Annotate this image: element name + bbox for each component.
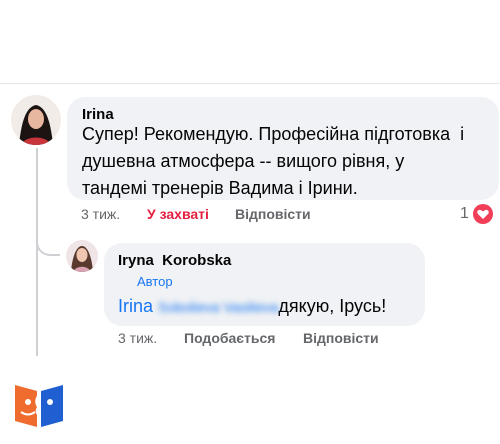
logo-book-icon — [13, 381, 65, 429]
reply-actions: 3 тиж. Подобається Відповісти — [0, 330, 500, 352]
reply-text: Irina Sobolieva Vasilievaдякую, Ірусь! — [118, 293, 418, 321]
top-divider — [0, 83, 500, 84]
reply-button[interactable]: Відповісти — [235, 206, 311, 222]
comment-actions: 3 тиж. У захваті Відповісти 1 — [0, 204, 500, 228]
comment-text-line: Супер! Рекомендую. Професійна підготовка… — [82, 124, 465, 144]
thread-line — [36, 148, 38, 356]
reply-message: дякую, Ірусь! — [278, 296, 387, 316]
thread-connector — [36, 226, 60, 256]
heart-reaction-icon[interactable] — [473, 204, 493, 224]
comment-text-line: тандемі тренерів Вадима і Ірини. — [82, 178, 358, 198]
comment-time[interactable]: 3 тиж. — [81, 206, 120, 222]
reply-time[interactable]: 3 тиж. — [118, 330, 157, 346]
comment-text: Супер! Рекомендую. Професійна підготовка… — [82, 121, 492, 202]
mention-blurred[interactable]: Sobolieva Vasilieva — [158, 299, 278, 315]
avatar[interactable] — [66, 240, 98, 272]
comment-bubble: Irina Супер! Рекомендую. Професійна підг… — [67, 97, 499, 200]
love-reaction-button[interactable]: У захваті — [147, 206, 209, 222]
reply-button[interactable]: Відповісти — [303, 330, 379, 346]
comment-text-line: душевна атмосфера -- вищого рівня, у — [82, 151, 405, 171]
mention-link[interactable]: Irina — [118, 296, 153, 316]
like-button[interactable]: Подобається — [184, 330, 275, 346]
avatar[interactable] — [11, 95, 61, 145]
reaction-count[interactable]: 1 — [460, 205, 469, 223]
reply-bubble: Iryna Korobska Автор Irina Sobolieva Vas… — [104, 243, 425, 326]
reply-author[interactable]: Iryna Korobska — [118, 252, 231, 269]
author-badge: Автор — [137, 274, 173, 289]
